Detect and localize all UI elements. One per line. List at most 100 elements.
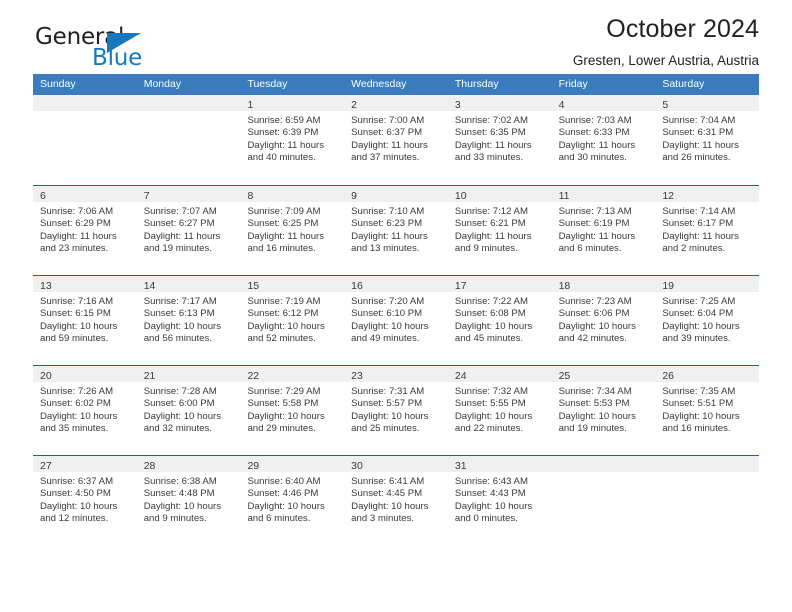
day-details: Sunrise: 7:23 AM Sunset: 6:06 PM Daylight:… [552,292,656,346]
daylight-text: Daylight: 11 hours [351,139,428,151]
calendar-day-cell[interactable]: 8 Sunrise: 7:09 AM Sunset: 6:25 PM Daylight… [240,186,345,275]
day-number-band: 14 [136,276,241,292]
weekday-friday: Friday [558,78,588,90]
day-number-band: 19 [655,276,760,292]
day-details: Sunrise: 7:06 AM Sunset: 6:29 PM Daylight:… [33,202,137,256]
calendar-day-cell[interactable]: 14 Sunrise: 7:17 AM Sunset: 6:13 PM Dayligh… [136,276,241,365]
calendar-day-cell[interactable]: 9 Sunrise: 7:10 AM Sunset: 6:23 PM Daylight… [344,186,448,275]
calendar-day-cell[interactable]: 20 Sunrise: 7:26 AM Sunset: 6:02 PM Dayligh… [33,366,137,455]
day-number: 6 [40,190,46,202]
sunset-text: Sunset: 5:51 PM [662,398,734,410]
daylight-text: Daylight: 11 hours [662,139,739,151]
day-number: 3 [454,99,461,111]
day-details: Sunrise: 7:31 AM Sunset: 5:57 PM Daylight:… [344,382,448,436]
calendar-day-cell[interactable]: 21 Sunrise: 7:28 AM Sunset: 6:00 PM Dayligh… [136,366,241,455]
day-number: 1 [247,99,254,111]
calendar-day-cell[interactable]: 13 Sunrise: 7:16 AM Sunset: 6:15 PM Dayligh… [33,276,137,365]
day-number-band [136,95,241,111]
general-blue-logo[interactable]: General Blue [33,24,243,76]
day-details: Sunrise: 6:43 AM Sunset: 4:43 PM Daylight:… [448,472,552,526]
sunrise-text: Sunrise: 7:20 AM [351,296,425,307]
calendar-day-cell[interactable]: 1 Sunrise: 6:59 AM Sunset: 6:39 PM Daylight… [240,95,345,185]
day-number: 20 [40,370,52,382]
day-details: Sunrise: 7:00 AM Sunset: 6:37 PM Daylight:… [344,111,448,165]
day-details: Sunrise: 7:26 AM Sunset: 6:02 PM Daylight:… [33,382,137,436]
calendar-day-cell[interactable]: 26 Sunrise: 7:35 AM Sunset: 5:51 PM Dayligh… [655,366,760,455]
calendar-week-row: 1 Sunrise: 6:59 AM Sunset: 6:39 PM Daylight… [33,95,760,185]
calendar-day-cell[interactable]: 28 Sunrise: 6:38 AM Sunset: 4:48 PM Dayligh… [136,456,241,545]
sunset-text: Sunset: 6:06 PM [558,308,630,320]
sunset-text: Sunset: 6:29 PM [40,218,111,230]
calendar-day-cell[interactable]: 30 Sunrise: 6:41 AM Sunset: 4:45 PM Dayligh… [344,456,448,545]
day-number: 28 [143,460,156,472]
day-number-band: 3 [447,95,552,111]
calendar-day-cell[interactable]: 27 Sunrise: 6:37 AM Sunset: 4:50 PM Dayligh… [33,456,137,545]
calendar-day-cell[interactable]: 22 Sunrise: 7:29 AM Sunset: 5:58 PM Dayligh… [240,366,345,455]
day-number: 7 [143,190,150,202]
daylight-text: Daylight: 10 hours [40,500,118,512]
calendar-day-cell[interactable]: 4 Sunrise: 7:03 AM Sunset: 6:33 PM Daylight… [551,95,656,185]
daylight-text-cont: and 16 minutes. [662,423,731,435]
day-details: Sunrise: 7:28 AM Sunset: 6:00 PM Daylight:… [137,382,241,436]
calendar-day-cell[interactable]: 6 Sunrise: 7:06 AM Sunset: 6:29 PM Daylight… [33,186,137,275]
daylight-text-cont: and 30 minutes. [558,152,627,164]
day-number-band: 28 [136,456,241,472]
sunset-text: Sunset: 6:13 PM [143,308,215,320]
sunrise-text: Sunrise: 7:34 AM [558,386,632,397]
calendar-day-cell[interactable]: 23 Sunrise: 7:31 AM Sunset: 5:57 PM Dayligh… [344,366,448,455]
sunset-text: Sunset: 6:21 PM [454,218,526,230]
sunset-text: Sunset: 4:43 PM [454,488,526,500]
sunrise-text: Sunrise: 6:38 AM [143,476,217,487]
daylight-text: Daylight: 10 hours [558,410,636,422]
calendar-day-cell[interactable]: 10 Sunrise: 7:12 AM Sunset: 6:21 PM Dayligh… [447,186,552,275]
day-number-band: 6 [33,186,137,202]
sunrise-text: Sunrise: 7:31 AM [351,386,425,397]
calendar-day-cell[interactable]: 11 Sunrise: 7:13 AM Sunset: 6:19 PM Dayligh… [551,186,656,275]
weekday-tuesday: Tuesday [247,78,288,90]
calendar-day-cell[interactable]: 3 Sunrise: 7:02 AM Sunset: 6:35 PM Daylight… [447,95,552,185]
daylight-text: Daylight: 10 hours [351,320,429,332]
day-details: Sunrise: 7:13 AM Sunset: 6:19 PM Daylight:… [552,202,656,256]
day-details: Sunrise: 7:12 AM Sunset: 6:21 PM Daylight:… [448,202,552,256]
day-number: 24 [454,370,467,382]
calendar-day-cell[interactable]: 12 Sunrise: 7:14 AM Sunset: 6:17 PM Dayligh… [655,186,760,275]
day-number-band: 26 [655,366,760,382]
day-number-band: 9 [344,186,448,202]
calendar-day-cell[interactable]: 5 Sunrise: 7:04 AM Sunset: 6:31 PM Daylight… [655,95,760,185]
day-details: Sunrise: 6:59 AM Sunset: 6:39 PM Daylight:… [240,111,344,165]
daylight-text-cont: and 33 minutes. [454,152,524,164]
daylight-text: Daylight: 11 hours [558,139,636,151]
day-number: 15 [247,280,260,292]
day-number: 26 [662,370,674,382]
daylight-text-cont: and 22 minutes. [454,423,524,435]
sunrise-text: Sunrise: 7:07 AM [143,206,217,217]
calendar-day-cell[interactable]: 15 Sunrise: 7:19 AM Sunset: 6:12 PM Dayligh… [240,276,345,365]
daylight-text-cont: and 2 minutes. [662,243,726,255]
sunrise-text: Sunrise: 7:25 AM [662,296,736,307]
calendar-day-cell[interactable]: 2 Sunrise: 7:00 AM Sunset: 6:37 PM Daylight… [344,95,448,185]
calendar-day-cell[interactable]: 18 Sunrise: 7:23 AM Sunset: 6:06 PM Dayligh… [551,276,656,365]
calendar-day-cell[interactable]: 19 Sunrise: 7:25 AM Sunset: 6:04 PM Dayligh… [655,276,760,365]
calendar-day-cell[interactable]: 29 Sunrise: 6:40 AM Sunset: 4:46 PM Dayligh… [240,456,345,545]
calendar-day-cell[interactable]: 25 Sunrise: 7:34 AM Sunset: 5:53 PM Dayligh… [551,366,656,455]
daylight-text-cont: and 13 minutes. [351,243,420,255]
sunset-text: Sunset: 5:55 PM [454,398,526,410]
day-number: 13 [40,280,52,292]
calendar-day-cell[interactable]: 16 Sunrise: 7:20 AM Sunset: 6:10 PM Dayligh… [344,276,448,365]
calendar-day-cell[interactable]: 7 Sunrise: 7:07 AM Sunset: 6:27 PM Daylight… [136,186,241,275]
calendar-day-cell[interactable]: 17 Sunrise: 7:22 AM Sunset: 6:08 PM Dayligh… [447,276,552,365]
calendar-day-cell-empty [136,95,241,185]
day-number: 30 [351,460,363,472]
day-details: Sunrise: 7:09 AM Sunset: 6:25 PM Daylight:… [240,202,344,256]
weekday-saturday: Saturday [662,78,705,90]
calendar-weeks: 1 Sunrise: 6:59 AM Sunset: 6:39 PM Daylight… [33,95,760,545]
day-details [33,111,137,115]
day-number: 16 [351,280,363,292]
daylight-text: Daylight: 10 hours [143,320,222,332]
daylight-text-cont: and 6 minutes. [247,513,311,525]
daylight-text: Daylight: 10 hours [143,410,222,422]
weekday-thursday: Thursday [454,78,499,90]
calendar-day-cell[interactable]: 31 Sunrise: 6:43 AM Sunset: 4:43 PM Dayligh… [447,456,552,545]
daylight-text-cont: and 49 minutes. [351,333,420,345]
calendar-day-cell[interactable]: 24 Sunrise: 7:32 AM Sunset: 5:55 PM Dayligh… [447,366,552,455]
